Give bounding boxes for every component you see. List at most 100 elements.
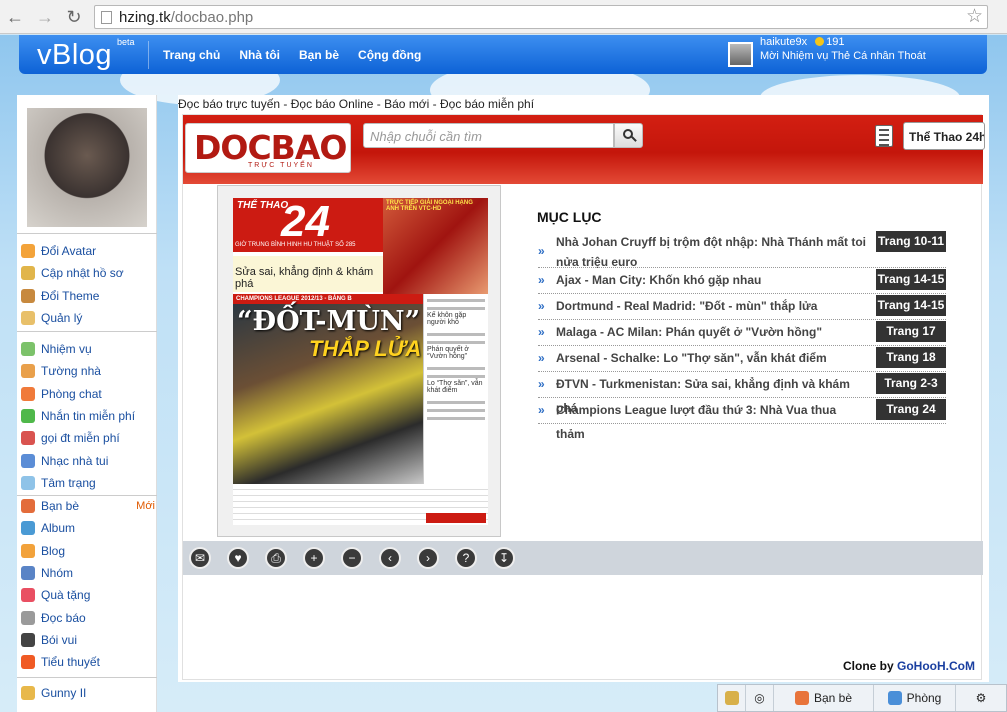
- list-icon[interactable]: [875, 125, 893, 147]
- page-badge: Trang 24: [876, 399, 946, 420]
- sidebar-item-mood[interactable]: Tâm trạng: [17, 472, 157, 494]
- gear-icon[interactable]: ⚙: [956, 685, 1006, 711]
- edit-icon: [21, 266, 35, 281]
- sidebar-item-change-avatar[interactable]: Đổi Avatar: [17, 240, 157, 262]
- cover-column: Kế khôn gặp người khó Phán quyết ở “Vườn…: [423, 294, 488, 484]
- nav-friends[interactable]: Bạn bè: [299, 48, 339, 62]
- list-item[interactable]: » Nhà Johan Cruyff bị trộm đột nhập: Nhà…: [538, 228, 946, 269]
- heart-icon[interactable]: ♥: [227, 547, 249, 569]
- address-bar[interactable]: hzing.tk/docbao.php ☆: [94, 5, 988, 29]
- back-icon[interactable]: ←: [4, 6, 26, 28]
- sidebar-item-free-call[interactable]: gọi đt miễn phí: [17, 427, 157, 449]
- sidebar-item-music[interactable]: Nhạc nhà tui: [17, 449, 157, 471]
- sidebar-group-profile: Đổi Avatar Cập nhật hồ sơ Đổi Theme Quản…: [17, 240, 157, 329]
- help-icon[interactable]: ?: [455, 547, 477, 569]
- manage-icon: [21, 311, 35, 326]
- user-links[interactable]: Mời Nhiệm vụ Thẻ Cá nhân Thoát: [760, 50, 926, 62]
- forward-icon[interactable]: →: [34, 6, 56, 28]
- news-reader: DOCBAO TRỰC TUYẾN Nhập chuỗi cần tìm Thể…: [182, 114, 985, 680]
- category-button[interactable]: Thể Thao 24h: [903, 122, 985, 150]
- zoom-in-icon[interactable]: +: [303, 547, 325, 569]
- cover-side-photo: TRỰC TIẾP GIẢI NGOẠI HẠNG ANH TRÊN VTC-H…: [383, 198, 488, 294]
- download-icon[interactable]: ↧: [493, 547, 515, 569]
- friends-chat-button[interactable]: Bạn bè: [774, 685, 874, 711]
- rooms-icon: [887, 691, 902, 705]
- next-icon[interactable]: ›: [417, 547, 439, 569]
- album-icon: [21, 521, 35, 536]
- clone-credit: Clone by GoHooH.CoM: [843, 659, 975, 673]
- credit-link[interactable]: GoHooH.CoM: [897, 659, 975, 673]
- divider: [17, 331, 157, 332]
- prev-icon[interactable]: ‹: [379, 547, 401, 569]
- sidebar-item-fortune[interactable]: Bói vui: [17, 629, 157, 651]
- list-item[interactable]: » ĐTVN - Turkmenistan: Sửa sai, khẳng địn…: [538, 372, 946, 415]
- user-avatar[interactable]: [728, 42, 753, 67]
- vblog-logo[interactable]: vBlog: [37, 39, 112, 72]
- sms-icon: [21, 409, 35, 424]
- sidebar-item-novels[interactable]: Tiểu thuyết: [17, 651, 157, 673]
- bookmark-star-icon[interactable]: ☆: [966, 6, 983, 28]
- user-info: haikute9x 191: [760, 36, 844, 48]
- rooms-chat-button[interactable]: Phòng: [874, 685, 956, 711]
- wall-icon: [21, 364, 35, 379]
- sidebar-item-gifts[interactable]: Quà tặng: [17, 584, 157, 606]
- sidebar-item-gunny[interactable]: Gunny II: [17, 682, 157, 704]
- page-badge: Trang 18: [876, 347, 946, 368]
- list-item[interactable]: » Malaga - AC Milan: Phán quyết ở "Vườn h…: [538, 320, 946, 346]
- nav-my-home[interactable]: Nhà tôi: [239, 48, 280, 62]
- sidebar-item-read-news[interactable]: Đọc báo: [17, 606, 157, 628]
- page-icon: [101, 11, 112, 24]
- arrow-icon: »: [538, 244, 545, 258]
- cover-subhead: Sửa sai, khẳng định & khám phá: [233, 256, 383, 292]
- sidebar-item-wall[interactable]: Tường nhà: [17, 360, 157, 382]
- page-badge: Trang 14-15: [876, 269, 946, 290]
- group-icon: [21, 566, 35, 581]
- reader-header: DOCBAO TRỰC TUYẾN Nhập chuỗi cần tìm Thể…: [183, 115, 985, 184]
- chat-bar: ◎ Bạn bè Phòng ⚙: [717, 684, 1007, 712]
- arrow-icon: »: [538, 273, 545, 287]
- vblog-header: vBlog beta Trang chủ Nhà tôi Bạn bè Cộng…: [19, 35, 987, 74]
- sidebar-item-update-profile[interactable]: Cập nhật hồ sơ: [17, 262, 157, 284]
- gift-icon: [21, 588, 35, 603]
- zoom-out-icon[interactable]: −: [341, 547, 363, 569]
- list-item[interactable]: » Dortmund - Real Madrid: "Đốt - mùn" thắ…: [538, 294, 946, 320]
- list-item[interactable]: » Arsenal - Schalke: Lo "Thợ săn", vẫn kh…: [538, 346, 946, 372]
- print-icon[interactable]: ⎙: [265, 547, 287, 569]
- arrow-icon: »: [538, 325, 545, 339]
- docbao-logo[interactable]: DOCBAO TRỰC TUYẾN: [185, 123, 351, 173]
- check-icon: [21, 342, 35, 357]
- friends-icon: [21, 499, 35, 514]
- arrow-icon: »: [538, 403, 545, 417]
- sidebar-item-album[interactable]: Album: [17, 517, 157, 539]
- sidebar-item-manage[interactable]: Quản lý: [17, 307, 157, 329]
- sidebar-item-missions[interactable]: Nhiệm vụ: [17, 338, 157, 360]
- headphones-icon: [21, 453, 35, 468]
- url-text: hzing.tk/docbao.php: [119, 9, 254, 26]
- arrow-icon: »: [538, 377, 545, 391]
- search-input[interactable]: Nhập chuỗi cần tìm: [363, 123, 614, 148]
- status-icon[interactable]: ◎: [746, 685, 774, 711]
- newspaper-cover[interactable]: THỂ THAO 24 GIỜ TRUNG BÌNH HINH HU THUẬT…: [233, 198, 488, 525]
- username[interactable]: haikute9x: [760, 36, 807, 48]
- divider: [17, 233, 157, 234]
- cover-band: CHAMPIONS LEAGUE 2012/13 - BẢNG B: [233, 294, 423, 304]
- sidebar-item-groups[interactable]: Nhóm: [17, 562, 157, 584]
- page-badge: Trang 17: [876, 321, 946, 342]
- list-item[interactable]: » Champions League lượt đầu thứ 3: Nhà Vu…: [538, 398, 946, 441]
- profile-photo[interactable]: [27, 108, 147, 227]
- mail-icon[interactable]: ✉: [189, 547, 211, 569]
- new-badge: Mới: [136, 500, 155, 513]
- sidebar-item-change-theme[interactable]: Đổi Theme: [17, 285, 157, 307]
- coin-icon: [815, 37, 825, 46]
- tools-icon[interactable]: [718, 685, 746, 711]
- search-button[interactable]: [614, 123, 643, 148]
- nav-home[interactable]: Trang chủ: [163, 48, 220, 62]
- sidebar-item-blog[interactable]: Blog: [17, 540, 157, 562]
- sidebar-item-chat-room[interactable]: Phòng chat: [17, 383, 157, 405]
- cover-frame: THỂ THAO 24 GIỜ TRUNG BÌNH HINH HU THUẬT…: [217, 185, 501, 537]
- sidebar-item-free-sms[interactable]: Nhắn tin miễn phí: [17, 405, 157, 427]
- sidebar-item-friends[interactable]: Bạn bè Mới: [17, 495, 157, 517]
- nav-community[interactable]: Cộng đồng: [358, 48, 421, 62]
- list-item[interactable]: » Ajax - Man City: Khốn khó gặp nhau Trang…: [538, 268, 946, 294]
- reload-icon[interactable]: ↻: [63, 6, 85, 28]
